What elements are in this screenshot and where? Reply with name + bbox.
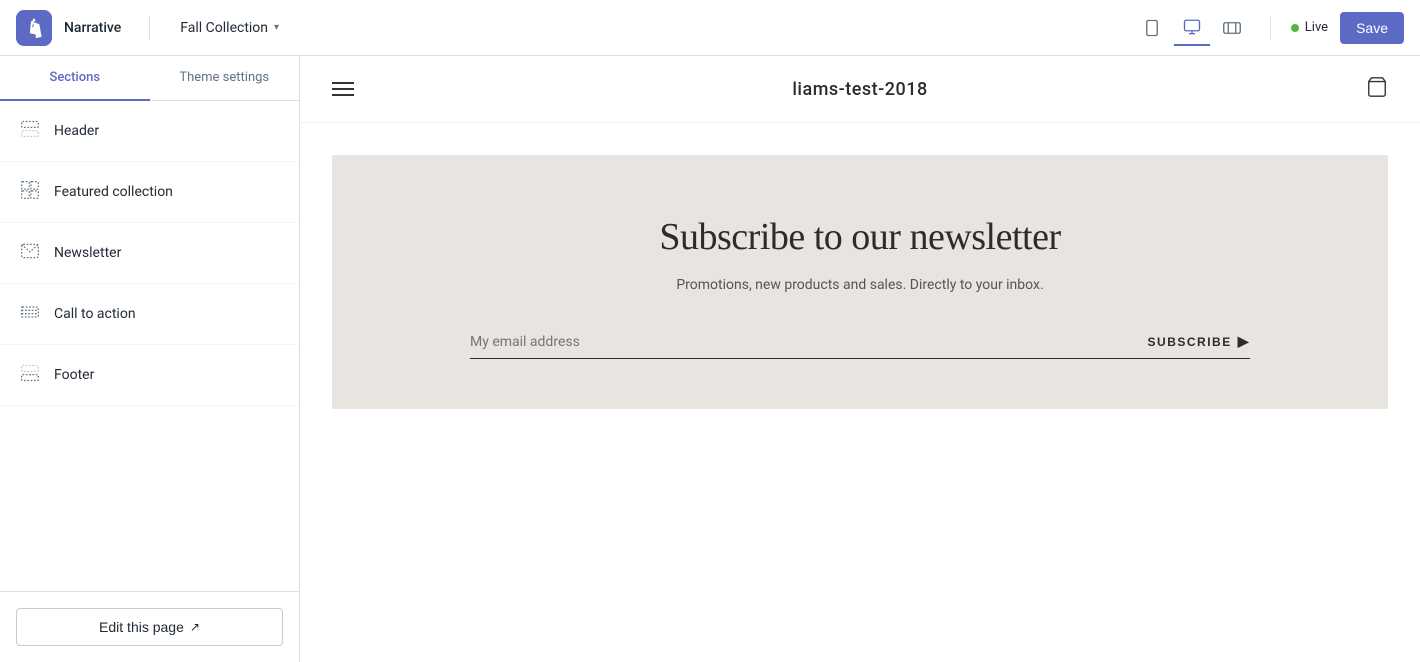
- sidebar-item-newsletter[interactable]: Newsletter: [0, 223, 299, 284]
- live-label: Live: [1305, 20, 1328, 35]
- email-input[interactable]: [470, 334, 1148, 350]
- collection-selector[interactable]: Fall Collection ▾: [170, 14, 289, 42]
- wide-view-button[interactable]: [1214, 10, 1250, 46]
- featured-collection-icon: [20, 180, 40, 204]
- footer-label: Footer: [54, 367, 94, 383]
- footer-icon: [20, 363, 40, 387]
- newsletter-subtitle: Promotions, new products and sales. Dire…: [676, 277, 1043, 293]
- preview-area: liams-test-2018 Subscribe to our newslet…: [300, 56, 1420, 662]
- email-input-row: SUBSCRIBE ▶: [470, 333, 1250, 359]
- newsletter-label: Newsletter: [54, 245, 121, 261]
- cart-icon[interactable]: [1366, 76, 1388, 102]
- divider-2: [1270, 16, 1271, 40]
- chevron-down-icon: ▾: [274, 22, 279, 33]
- view-icons: [1134, 10, 1250, 46]
- preview-frame: liams-test-2018 Subscribe to our newslet…: [300, 56, 1420, 662]
- header-label: Header: [54, 123, 99, 139]
- top-bar: Narrative Fall Collection ▾ Live Save: [0, 0, 1420, 56]
- email-form: SUBSCRIBE ▶: [470, 333, 1250, 359]
- collection-name: Fall Collection: [180, 20, 268, 36]
- call-to-action-icon: [20, 302, 40, 326]
- sidebar: Sections Theme settings Header: [0, 56, 300, 662]
- subscribe-arrow-icon: ▶: [1238, 333, 1250, 350]
- sidebar-tabs: Sections Theme settings: [0, 56, 299, 101]
- store-header: liams-test-2018: [300, 56, 1420, 123]
- subscribe-label: SUBSCRIBE: [1148, 335, 1232, 349]
- sidebar-item-call-to-action[interactable]: Call to action: [0, 284, 299, 345]
- save-button[interactable]: Save: [1340, 12, 1404, 44]
- main-area: Sections Theme settings Header: [0, 56, 1420, 662]
- header-icon: [20, 119, 40, 143]
- newsletter-section: Subscribe to our newsletter Promotions, …: [332, 155, 1388, 409]
- call-to-action-label: Call to action: [54, 306, 136, 322]
- external-link-icon: ↗: [190, 620, 200, 634]
- desktop-view-button[interactable]: [1174, 10, 1210, 46]
- sidebar-items: Header Featured collection: [0, 101, 299, 591]
- sidebar-item-header[interactable]: Header: [0, 101, 299, 162]
- newsletter-title: Subscribe to our newsletter: [659, 215, 1060, 259]
- sidebar-footer: Edit this page ↗: [0, 591, 299, 662]
- sidebar-item-footer[interactable]: Footer: [0, 345, 299, 406]
- live-dot: [1291, 24, 1299, 32]
- store-name: liams-test-2018: [792, 79, 927, 100]
- subscribe-button[interactable]: SUBSCRIBE ▶: [1148, 333, 1250, 350]
- theme-name: Narrative: [64, 20, 121, 36]
- live-indicator: Live: [1291, 20, 1328, 35]
- sidebar-item-featured-collection[interactable]: Featured collection: [0, 162, 299, 223]
- hamburger-icon[interactable]: [332, 82, 354, 96]
- edit-page-button[interactable]: Edit this page ↗: [16, 608, 283, 646]
- edit-page-label: Edit this page: [99, 619, 184, 635]
- shopify-logo: [16, 10, 52, 46]
- tab-theme-settings[interactable]: Theme settings: [150, 56, 300, 101]
- divider: [149, 16, 150, 40]
- tab-sections[interactable]: Sections: [0, 56, 150, 101]
- newsletter-icon: [20, 241, 40, 265]
- mobile-view-button[interactable]: [1134, 10, 1170, 46]
- featured-collection-label: Featured collection: [54, 184, 173, 200]
